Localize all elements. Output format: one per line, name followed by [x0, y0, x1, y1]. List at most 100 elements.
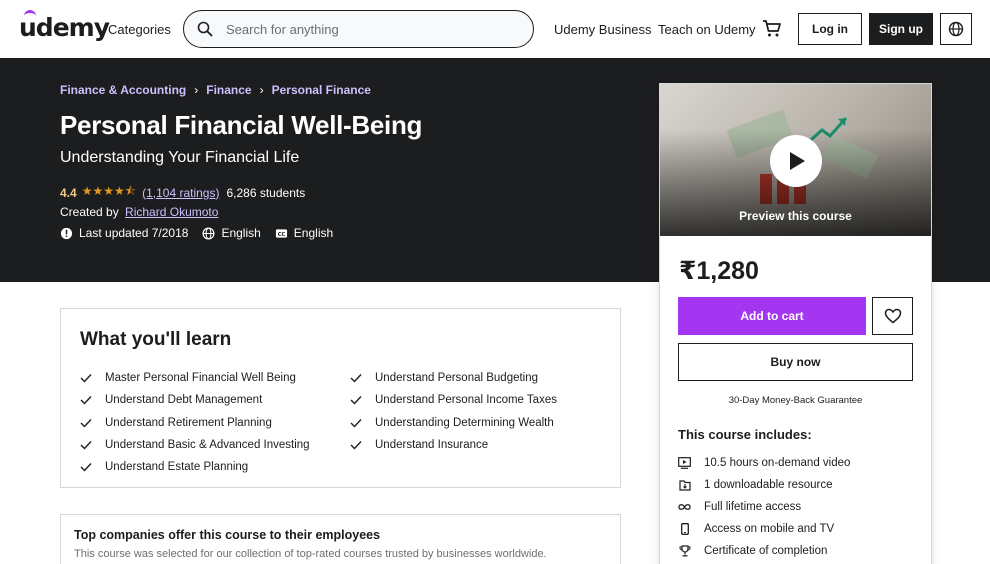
check-icon [80, 418, 92, 428]
learn-item: Understand Debt Management [80, 389, 310, 411]
course-preview[interactable]: Preview this course [660, 84, 931, 236]
course-meta: Last updated 7/2018 English CC English [60, 226, 347, 240]
course-captions: CC English [275, 226, 333, 240]
udemy-business-link[interactable]: Udemy Business [554, 22, 652, 37]
check-icon [80, 373, 92, 383]
course-price: ₹1,280 [679, 257, 759, 285]
breadcrumb-item[interactable]: Finance [206, 83, 251, 97]
file-icon [678, 479, 691, 492]
cart-icon[interactable] [762, 19, 782, 39]
add-to-cart-button[interactable]: Add to cart [678, 297, 866, 335]
includes-item: Access on mobile and TV [678, 518, 850, 540]
rating-row: 4.4 ★★★★⯪ (1,104 ratings) 6,286 students [60, 182, 305, 203]
top-companies-box: Top companies offer this course to their… [60, 514, 621, 564]
check-icon [350, 373, 362, 383]
money-back-guarantee: 30-Day Money-Back Guarantee [728, 395, 863, 406]
learn-title: What you'll learn [80, 329, 232, 350]
search-bar[interactable] [183, 10, 534, 48]
check-icon [350, 395, 362, 405]
search-input[interactable] [226, 20, 516, 38]
last-updated: Last updated 7/2018 [60, 226, 188, 240]
learn-item: Understand Personal Budgeting [350, 367, 557, 389]
learn-item: Understand Estate Planning [80, 456, 310, 478]
check-icon [350, 418, 362, 428]
search-icon[interactable] [197, 21, 213, 37]
logo-hat-icon [24, 10, 36, 16]
breadcrumb-item[interactable]: Personal Finance [272, 83, 371, 97]
categories-menu[interactable]: Categories [108, 22, 171, 37]
includes-item-text: 10.5 hours on-demand video [704, 457, 851, 469]
logo-text: udemy [19, 13, 110, 42]
learn-list-left: Master Personal Financial Well Being Und… [80, 367, 310, 478]
play-button[interactable] [770, 135, 822, 187]
includes-item-text: 1 downloadable resource [704, 479, 833, 491]
closed-captions-icon: CC [275, 228, 287, 237]
purchase-card: Preview this course ₹1,280 Add to cart B… [659, 83, 932, 564]
learn-item-text: Understand Insurance [375, 439, 489, 452]
buy-now-button[interactable]: Buy now [678, 343, 913, 381]
includes-title: This course includes: [678, 427, 812, 442]
play-icon [790, 152, 805, 170]
includes-item: 1 downloadable resource [678, 474, 850, 496]
ratings-count-link[interactable]: (1,104 ratings) [142, 186, 219, 200]
created-by-label: Created by [60, 205, 119, 219]
check-icon [80, 440, 92, 450]
learn-item: Understand Basic & Advanced Investing [80, 434, 310, 456]
learn-item-text: Understand Estate Planning [105, 461, 249, 474]
learn-item-text: Understand Personal Income Taxes [375, 394, 557, 407]
svg-text:CC: CC [278, 231, 286, 237]
wishlist-button[interactable] [872, 297, 913, 335]
learn-item-text: Understand Basic & Advanced Investing [105, 439, 310, 452]
includes-item: Certificate of completion [678, 540, 850, 562]
preview-label[interactable]: Preview this course [660, 209, 931, 223]
video-icon [678, 457, 691, 470]
learn-item-text: Master Personal Financial Well Being [105, 372, 296, 385]
rating-value: 4.4 [60, 185, 77, 200]
breadcrumb-item[interactable]: Finance & Accounting [60, 83, 186, 97]
trophy-icon [678, 545, 691, 558]
language-button[interactable] [940, 13, 972, 45]
alert-badge-icon [60, 227, 73, 239]
includes-item-text: Certificate of completion [704, 545, 828, 557]
udemy-logo[interactable]: udemy [19, 10, 110, 42]
includes-item-text: Full lifetime access [704, 501, 802, 513]
instructor-link[interactable]: Richard Okumoto [125, 205, 218, 219]
language-text: English [221, 226, 261, 240]
learn-item-text: Understand Retirement Planning [105, 416, 272, 429]
top-header: udemy Categories Udemy Business Teach on… [0, 0, 990, 58]
signup-button[interactable]: Sign up [869, 13, 933, 45]
login-button[interactable]: Log in [798, 13, 862, 45]
chevron-right-icon: › [259, 83, 264, 97]
what-youll-learn: What you'll learn Master Personal Financ… [60, 308, 621, 488]
includes-list: 10.5 hours on-demand video 1 downloadabl… [678, 452, 850, 562]
captions-text: English [293, 226, 334, 240]
course-title: Personal Financial Well-Being [60, 110, 423, 140]
course-language: English [202, 226, 261, 240]
course-subtitle: Understanding Your Financial Life [60, 149, 300, 166]
check-icon [80, 462, 92, 472]
globe-icon [948, 21, 964, 37]
created-by: Created by Richard Okumoto [60, 205, 218, 219]
learn-list-right: Understand Personal Budgeting Understand… [350, 367, 557, 456]
mobile-icon [678, 523, 691, 536]
learn-item: Understand Insurance [350, 434, 557, 456]
infinity-icon [678, 501, 691, 514]
learn-item-text: Understanding Determining Wealth [375, 416, 554, 429]
includes-item-text: Access on mobile and TV [704, 523, 835, 535]
learn-item: Master Personal Financial Well Being [80, 367, 310, 389]
last-updated-text: Last updated 7/2018 [79, 226, 189, 240]
globe-icon [202, 227, 215, 239]
chevron-right-icon: › [194, 83, 199, 97]
includes-item: 10.5 hours on-demand video [678, 452, 850, 474]
companies-title: Top companies offer this course to their… [74, 528, 381, 542]
breadcrumb: Finance & Accounting › Finance › Persona… [60, 83, 371, 97]
learn-item-text: Understand Personal Budgeting [375, 372, 539, 385]
learn-item: Understand Retirement Planning [80, 412, 310, 434]
includes-item: Full lifetime access [678, 496, 850, 518]
check-icon [350, 440, 362, 450]
heart-icon [884, 308, 901, 324]
learn-item-text: Understand Debt Management [105, 394, 263, 407]
teach-on-udemy-link[interactable]: Teach on Udemy [658, 22, 756, 37]
learn-item: Understand Personal Income Taxes [350, 389, 557, 411]
star-rating-icon: ★★★★⯪ [81, 184, 137, 198]
